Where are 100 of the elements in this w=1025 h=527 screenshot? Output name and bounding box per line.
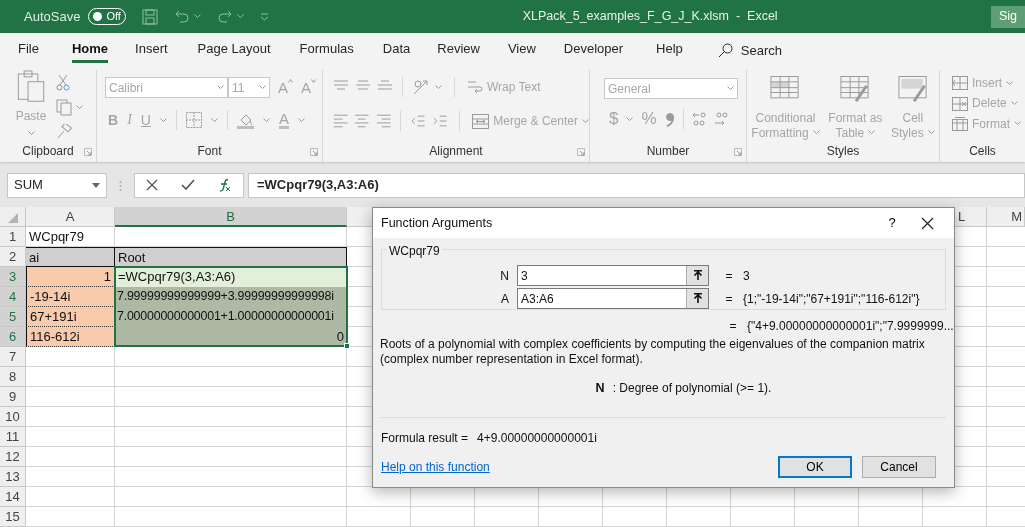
argument-field[interactable]: 3 bbox=[517, 265, 709, 286]
row-header[interactable]: 14 bbox=[0, 487, 26, 507]
cancel-icon[interactable] bbox=[146, 179, 159, 191]
menu-tab[interactable]: Insert bbox=[135, 39, 168, 63]
column-header[interactable]: M bbox=[987, 207, 1025, 227]
merge-icon bbox=[472, 113, 490, 129]
row-header[interactable]: 7 bbox=[0, 347, 26, 367]
equals-sign: = bbox=[724, 267, 734, 285]
result-cell: 7.00000000000001+1.00000000000001i bbox=[115, 307, 347, 327]
row-header[interactable]: 2 bbox=[0, 247, 26, 267]
ok-button[interactable]: OK bbox=[778, 456, 852, 478]
column-header[interactable]: B bbox=[115, 207, 347, 227]
equals-sign: = bbox=[724, 290, 734, 308]
redo-icon[interactable] bbox=[217, 8, 234, 25]
chevron-icon bbox=[217, 85, 224, 90]
chevron-icon bbox=[237, 14, 245, 19]
input-cell: -19-14i bbox=[26, 287, 115, 307]
range-select-button[interactable] bbox=[686, 289, 708, 308]
cell-text: WCpqr79 bbox=[28, 228, 85, 246]
close-icon[interactable] bbox=[921, 216, 934, 230]
formula-result-value: 4+9.00000000000001i bbox=[477, 430, 597, 447]
save-icon[interactable] bbox=[142, 8, 159, 25]
select-all-corner[interactable] bbox=[0, 207, 26, 227]
enter-icon[interactable] bbox=[181, 179, 195, 191]
upload-arrow-icon bbox=[692, 270, 703, 281]
result-preview: {"4+9.00000000000001i";"7.9999999... bbox=[747, 318, 954, 335]
menu-tab[interactable]: Developer bbox=[563, 39, 624, 63]
undo-icon[interactable] bbox=[174, 8, 191, 25]
insert-function-icon[interactable] bbox=[217, 178, 232, 192]
chevron-icon bbox=[1006, 80, 1013, 86]
row-header[interactable]: 1 bbox=[0, 227, 26, 247]
group-label: Cells bbox=[969, 143, 996, 160]
argument-label: N bbox=[499, 267, 510, 285]
search-icon bbox=[717, 43, 733, 59]
row-header[interactable]: 11 bbox=[0, 427, 26, 447]
row-header[interactable]: 3 bbox=[0, 267, 26, 287]
menu-tab[interactable]: File bbox=[18, 39, 39, 63]
window-title: XLPack_5_examples_F_G_J_K.xlsm - Excel bbox=[521, 8, 779, 26]
chevron-icon bbox=[159, 117, 167, 123]
row-header[interactable]: 4 bbox=[0, 287, 26, 307]
table-header-cell: ai bbox=[26, 247, 115, 267]
dialog-title: Function Arguments bbox=[381, 214, 494, 232]
menu-tab[interactable]: Page Layout bbox=[197, 39, 271, 63]
format-cells-icon bbox=[952, 116, 968, 131]
group-label: Number bbox=[646, 143, 690, 160]
range-select-button[interactable] bbox=[686, 266, 708, 285]
row-header[interactable]: 8 bbox=[0, 367, 26, 387]
caret-down-icon bbox=[311, 78, 317, 83]
row-header[interactable]: 6 bbox=[0, 327, 26, 347]
chevron-icon bbox=[262, 117, 270, 123]
name-box[interactable]: SUM bbox=[7, 172, 107, 198]
insert-cells-icon bbox=[952, 76, 968, 91]
upload-arrow-icon bbox=[692, 293, 703, 304]
row-header[interactable]: 9 bbox=[0, 387, 26, 407]
chevron-icon bbox=[194, 14, 202, 19]
help-button[interactable]: ? bbox=[877, 215, 907, 231]
formula-result-label: Formula result = bbox=[381, 430, 469, 447]
table-header-cell: Root bbox=[115, 247, 347, 267]
input-cell: 67+191i bbox=[26, 307, 115, 327]
chevron-icon bbox=[727, 86, 734, 91]
menu-tab[interactable]: Review bbox=[437, 39, 480, 63]
chevron-icon bbox=[27, 130, 35, 136]
formula-field[interactable]: =WCpqr79(3,A3:A6) bbox=[248, 172, 1025, 198]
dropdown-arrow-icon bbox=[92, 182, 100, 188]
row-header[interactable]: 13 bbox=[0, 467, 26, 487]
help-link[interactable]: Help on this function bbox=[381, 458, 768, 476]
chevron-icon bbox=[581, 118, 589, 124]
menu-tab[interactable]: Data bbox=[382, 39, 411, 63]
cell-brush-icon bbox=[897, 76, 928, 103]
group-label: Clipboard bbox=[22, 143, 74, 160]
result-cell: 7.99999999999999+3.99999999999998i bbox=[115, 287, 347, 307]
argument-value: {1;"-19-14i";"67+191i";"116-612i"} bbox=[743, 290, 920, 308]
input-cell: 1 bbox=[26, 267, 115, 287]
row-header[interactable]: 12 bbox=[0, 447, 26, 467]
argument-field[interactable]: A3:A6 bbox=[517, 288, 709, 309]
chevron-icon bbox=[812, 130, 820, 136]
wrap-text-icon bbox=[467, 79, 483, 95]
menu-tab[interactable]: Help bbox=[656, 39, 683, 63]
delete-cells-icon bbox=[952, 96, 968, 111]
group-label: Styles bbox=[826, 143, 860, 160]
cancel-button[interactable]: Cancel bbox=[862, 456, 936, 478]
grip-icon bbox=[119, 179, 122, 192]
chevron-icon bbox=[927, 130, 935, 136]
menu-tab[interactable]: Home bbox=[71, 39, 109, 63]
function-description: Roots of a polynomial with complex coefficients by computing the eigenvalues of the companion matrix (complex number representation in Excel format). bbox=[379, 336, 926, 367]
menu-tab[interactable]: View bbox=[507, 39, 536, 63]
column-header[interactable]: A bbox=[26, 207, 115, 227]
row-header[interactable]: 15 bbox=[0, 507, 26, 527]
customize-icon[interactable] bbox=[260, 12, 270, 21]
equals-sign: = bbox=[728, 318, 738, 335]
row-header[interactable]: 10 bbox=[0, 407, 26, 427]
chevron-icon bbox=[435, 84, 442, 90]
chevron-icon bbox=[1010, 101, 1018, 107]
chevron-icon bbox=[259, 85, 266, 90]
corner-triangle-icon bbox=[7, 212, 18, 223]
menu-tab[interactable]: Formulas bbox=[299, 39, 354, 63]
autosave-label: AutoSave bbox=[24, 7, 81, 26]
group-label: Alignment bbox=[429, 143, 483, 160]
search-button[interactable]: Search bbox=[740, 41, 783, 61]
row-header[interactable]: 5 bbox=[0, 307, 26, 327]
